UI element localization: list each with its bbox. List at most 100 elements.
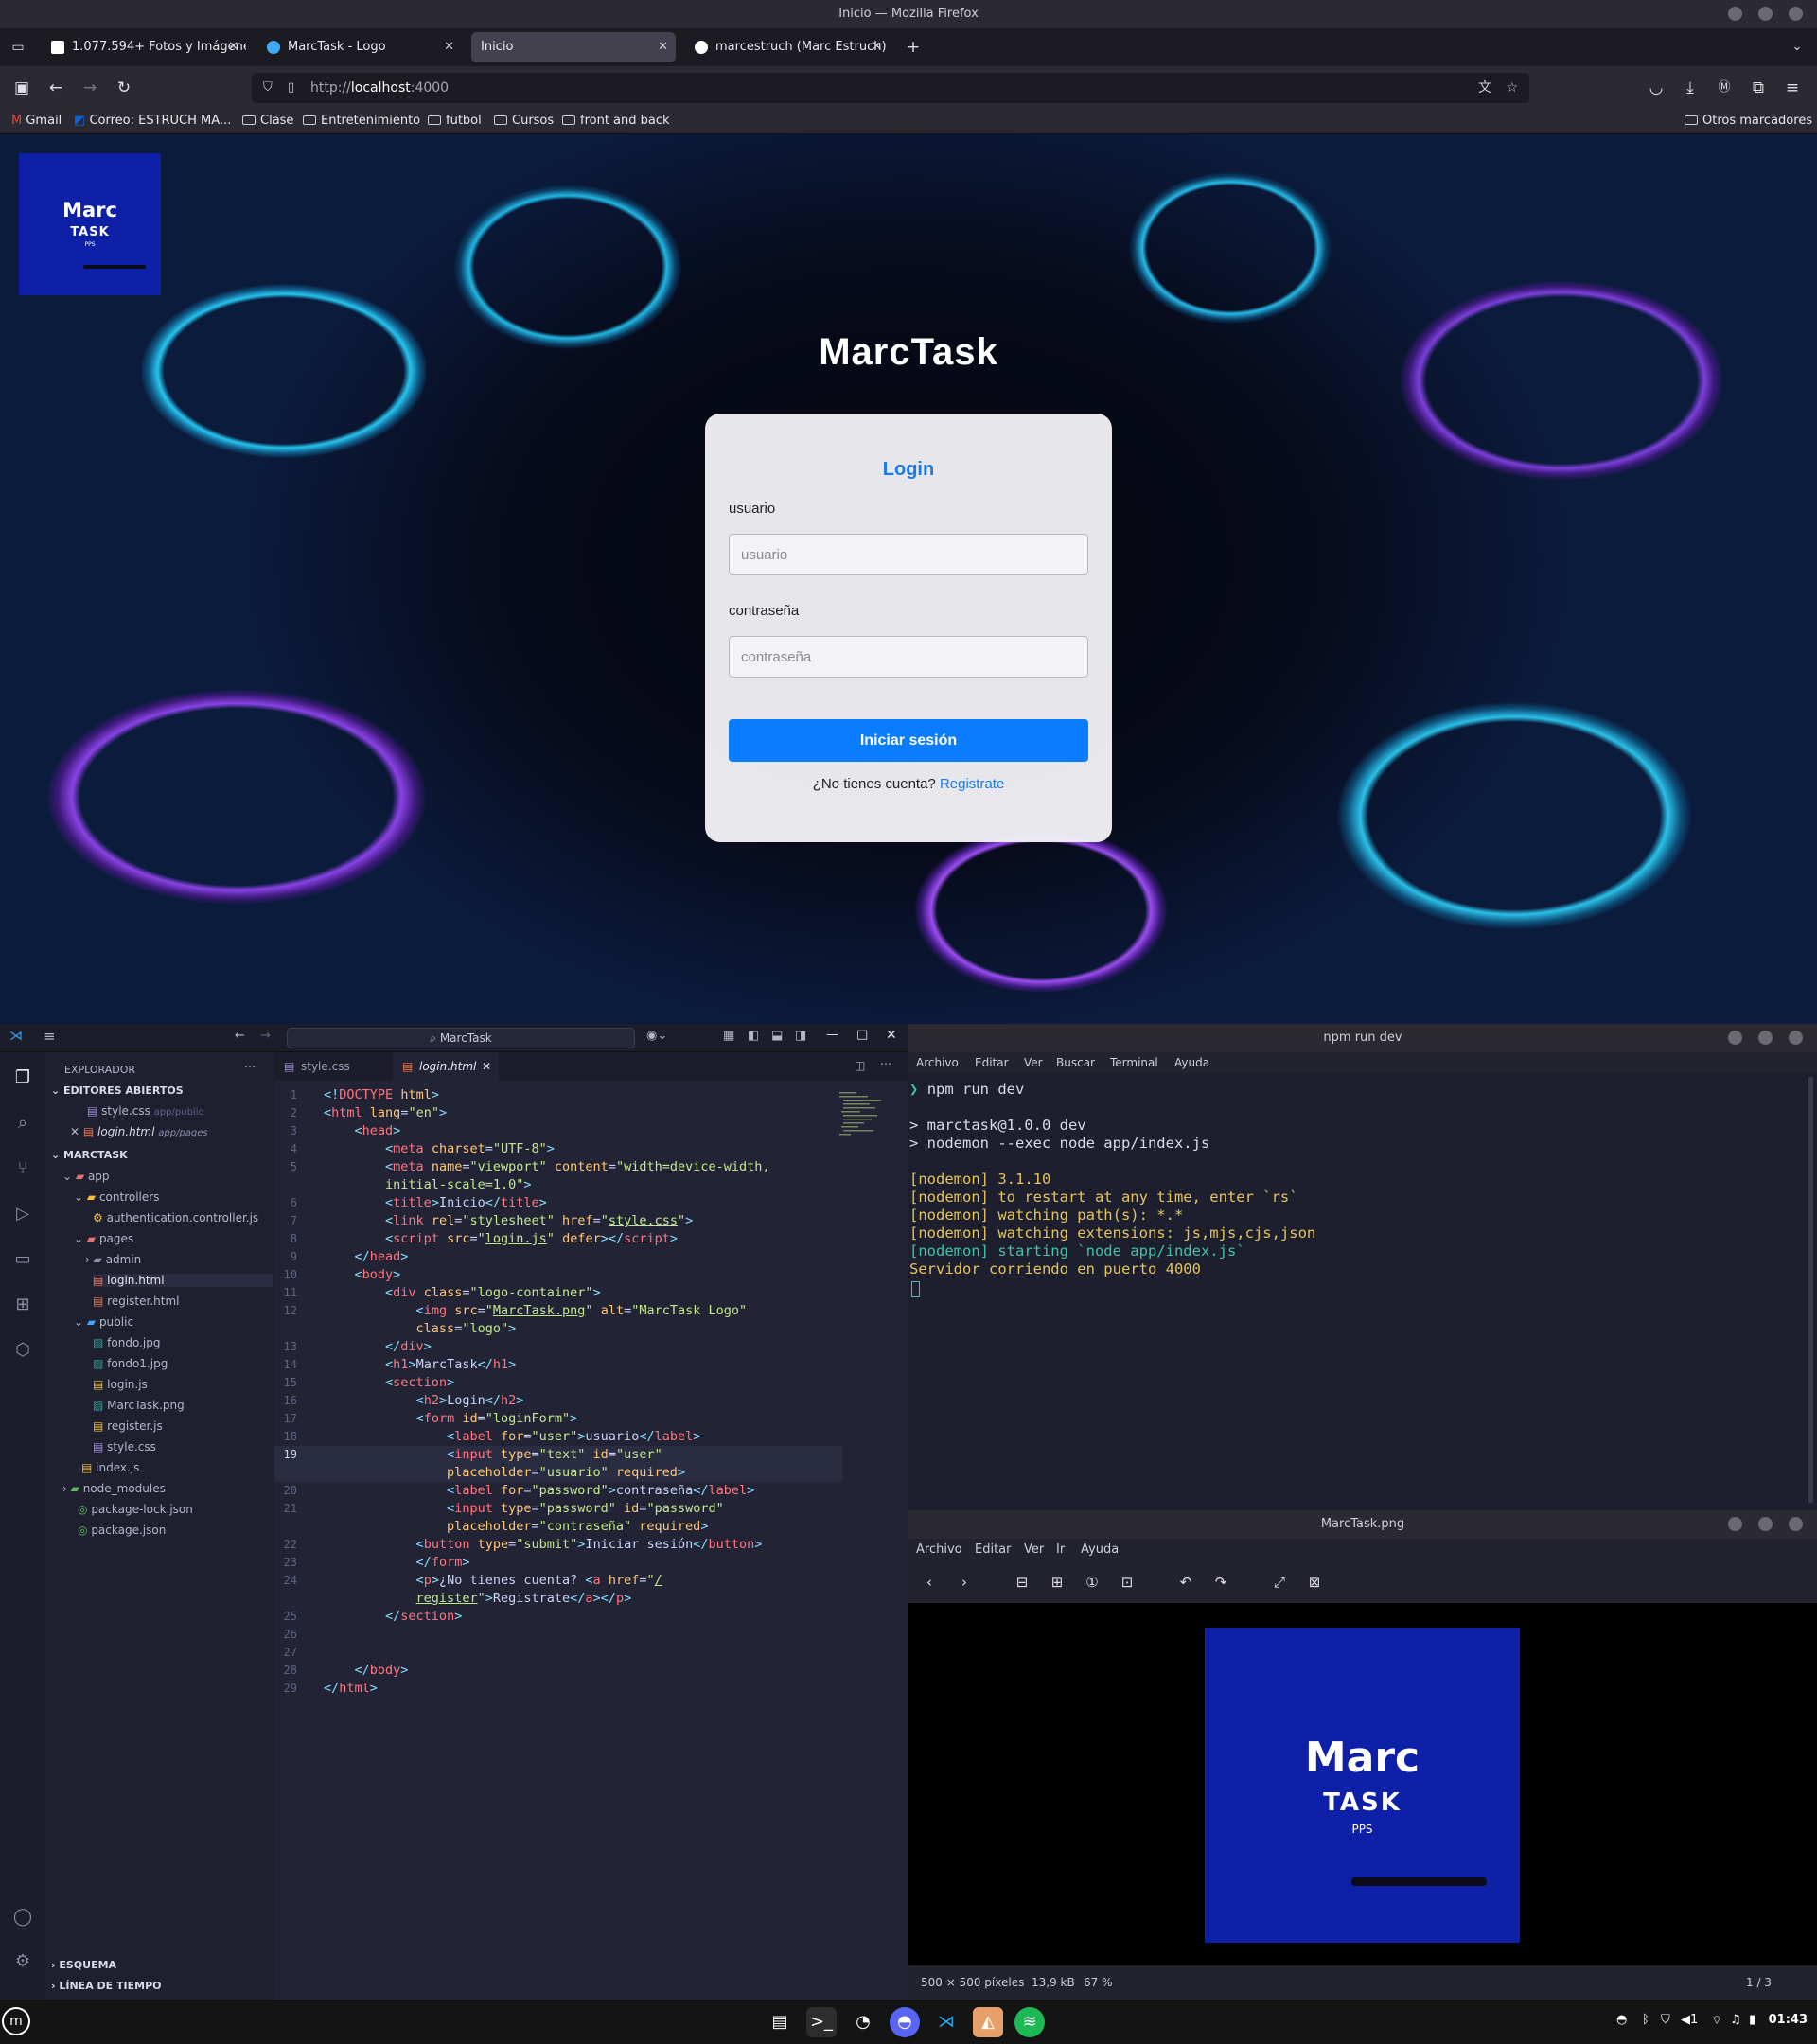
timeline-section[interactable]: › LÍNEA DE TIEMPO	[51, 1980, 161, 1992]
maximize-icon[interactable]: □	[856, 1028, 868, 1042]
file-register-js[interactable]: ▤ register.js	[93, 1419, 163, 1433]
file-package-lock[interactable]: ◎ package-lock.json	[78, 1503, 193, 1516]
code-line[interactable]: 18 <label for="user">usuario</label>	[274, 1428, 842, 1446]
code-line[interactable]: 21 <input type="password" id="password"	[274, 1500, 842, 1518]
copilot-icon[interactable]: ◉⌄	[646, 1029, 667, 1043]
terminal-app-icon[interactable]: >_	[806, 2007, 837, 2037]
new-tab-icon[interactable]: +	[903, 37, 924, 58]
outline-section[interactable]: › ESQUEMA	[51, 1959, 116, 1971]
pocket-icon[interactable]: ◡	[1646, 78, 1667, 98]
menu-terminal[interactable]: Terminal	[1110, 1052, 1158, 1073]
mint-menu-icon[interactable]: m	[2, 2007, 30, 2035]
rotate-left-icon[interactable]: ↶	[1176, 1573, 1195, 1592]
run-debug-icon[interactable]: ▷	[11, 1204, 34, 1226]
zoom-in-icon[interactable]: ⊞	[1048, 1573, 1067, 1592]
password-input[interactable]	[729, 636, 1088, 678]
zoom-out-icon[interactable]: ⊟	[1013, 1573, 1032, 1592]
file-fondo-jpg[interactable]: ▨ fondo.jpg	[93, 1336, 160, 1349]
tab-login-html[interactable]: ▤ login.html ✕	[393, 1052, 499, 1081]
file-fondo1-jpg[interactable]: ▨ fondo1.jpg	[93, 1357, 168, 1370]
files-icon[interactable]: ❐	[11, 1067, 34, 1090]
code-line[interactable]: 27	[274, 1644, 842, 1662]
bookmark-star-icon[interactable]: ☆	[1506, 73, 1518, 103]
back-icon[interactable]: ←	[235, 1029, 245, 1043]
code-line[interactable]: register">Registrate</a></p>	[274, 1590, 842, 1608]
menu-ayuda[interactable]: Ayuda	[1174, 1052, 1209, 1073]
minimap[interactable]	[838, 1090, 885, 1147]
menu-editar[interactable]: Editar	[975, 1052, 1009, 1073]
file-style-css[interactable]: ▤ style.css	[93, 1440, 156, 1454]
open-editor-style[interactable]: ▤ style.css app/public	[87, 1104, 203, 1118]
fullscreen-icon[interactable]: ⤢	[1270, 1573, 1289, 1592]
user-input[interactable]	[729, 534, 1088, 575]
tab-style-css[interactable]: ▤ style.css	[274, 1052, 390, 1081]
menu-ir[interactable]: Ir	[1056, 1539, 1065, 1561]
command-center-search[interactable]: ⌕ MarcTask	[287, 1028, 635, 1048]
folder-app[interactable]: ⌄ ▰ app	[62, 1170, 110, 1183]
toggle-secondary-icon[interactable]: ◨	[795, 1029, 806, 1043]
code-line[interactable]: 2 <html lang="en">	[274, 1104, 842, 1122]
folder-controllers[interactable]: ⌄ ▰ controllers	[74, 1190, 159, 1204]
code-line[interactable]: 23 </form>	[274, 1554, 842, 1572]
sidebar-icon[interactable]: ▣	[11, 78, 32, 98]
image-viewer-app-icon[interactable]: ◭	[973, 2007, 1003, 2037]
containers-icon[interactable]: ⬡	[11, 1340, 34, 1363]
code-line[interactable]: 13 </div>	[274, 1338, 842, 1356]
wifi-icon[interactable]: ⌔	[1711, 2013, 1722, 2028]
close-tab-icon[interactable]: ✕	[658, 32, 668, 62]
translate-icon[interactable]: 文	[1478, 73, 1491, 103]
reload-icon[interactable]: ↻	[114, 78, 134, 98]
chevron-down-icon[interactable]: ⌄	[1787, 37, 1808, 58]
login-button[interactable]: Iniciar sesión	[729, 719, 1088, 762]
slideshow-icon[interactable]: ⊠	[1305, 1573, 1324, 1592]
code-line[interactable]: 24 <p>¿No tienes cuenta? <a href="/	[274, 1572, 842, 1590]
firefox-app-icon[interactable]: ◔	[848, 2007, 878, 2037]
code-line[interactable]: initial-scale=1.0">	[274, 1176, 842, 1194]
downloads-icon[interactable]: ⤓	[1680, 78, 1701, 98]
code-line[interactable]: 22 <button type="submit">Iniciar sesión<…	[274, 1536, 842, 1554]
account-icon[interactable]: ◯	[11, 1907, 34, 1929]
close-button[interactable]	[1789, 1517, 1803, 1531]
forward-icon[interactable]: →	[260, 1029, 271, 1043]
code-line[interactable]: 9 </head>	[274, 1248, 842, 1266]
minimize-button[interactable]	[1728, 1517, 1742, 1531]
project-header[interactable]: ⌄ MARCTASK	[51, 1149, 128, 1161]
bookmark-otros[interactable]: Otros marcadores	[1685, 114, 1812, 128]
clock[interactable]: 01:43	[1769, 2013, 1808, 2027]
code-line[interactable]: class="logo">	[274, 1320, 842, 1338]
code-line[interactable]: 10 <body>	[274, 1266, 842, 1284]
source-control-icon[interactable]: ⑂	[11, 1158, 34, 1181]
code-line[interactable]: placeholder="contraseña" required>	[274, 1518, 842, 1536]
folder-admin[interactable]: › ▰ admin	[85, 1253, 141, 1266]
more-icon[interactable]: ⋯	[244, 1060, 256, 1073]
bluetooth-icon[interactable]: ᛒ	[1642, 2013, 1649, 2027]
bookmark-clase[interactable]: Clase	[242, 114, 293, 128]
tab-inicio[interactable]: Inicio ✕	[471, 32, 676, 62]
open-editor-login[interactable]: ✕ ▤ login.html app/pages	[70, 1125, 208, 1138]
file-login-html[interactable]: ▤ login.html	[93, 1274, 273, 1287]
file-index-js[interactable]: ▤ index.js	[81, 1461, 139, 1474]
close-tab-icon[interactable]: ✕	[872, 32, 882, 62]
menu-ayuda[interactable]: Ayuda	[1081, 1539, 1119, 1561]
bookmark-front-and-back[interactable]: front and back	[562, 114, 670, 128]
menu-archivo[interactable]: Archivo	[916, 1539, 962, 1561]
minimize-button[interactable]	[1728, 7, 1742, 21]
maximize-button[interactable]	[1758, 7, 1773, 21]
tab-github[interactable]: marcestruch (Marc Estruch) ✕	[685, 32, 890, 62]
toggle-sidebar-icon[interactable]: ◧	[748, 1029, 759, 1043]
music-icon[interactable]: ♫	[1730, 2013, 1741, 2027]
maximize-button[interactable]	[1758, 1031, 1773, 1045]
code-line[interactable]: 15 <section>	[274, 1374, 842, 1392]
code-line[interactable]: 17 <form id="loginForm">	[274, 1410, 842, 1428]
close-icon[interactable]: ✕	[886, 1028, 897, 1043]
code-line[interactable]: 25 </section>	[274, 1608, 842, 1626]
spotify-app-icon[interactable]: ≋	[1014, 2007, 1045, 2037]
code-line[interactable]: 3 <head>	[274, 1122, 842, 1140]
discord-app-icon[interactable]: ◓	[890, 2007, 920, 2037]
toggle-panel-icon[interactable]: ⬓	[771, 1029, 783, 1043]
tab-list-icon[interactable]: ▭	[8, 37, 28, 58]
code-line[interactable]: 4 <meta charset="UTF-8">	[274, 1140, 842, 1158]
minimize-button[interactable]	[1728, 1031, 1742, 1045]
zoom-100-icon[interactable]: ①	[1083, 1573, 1102, 1592]
menu-ver[interactable]: Ver	[1024, 1539, 1044, 1561]
